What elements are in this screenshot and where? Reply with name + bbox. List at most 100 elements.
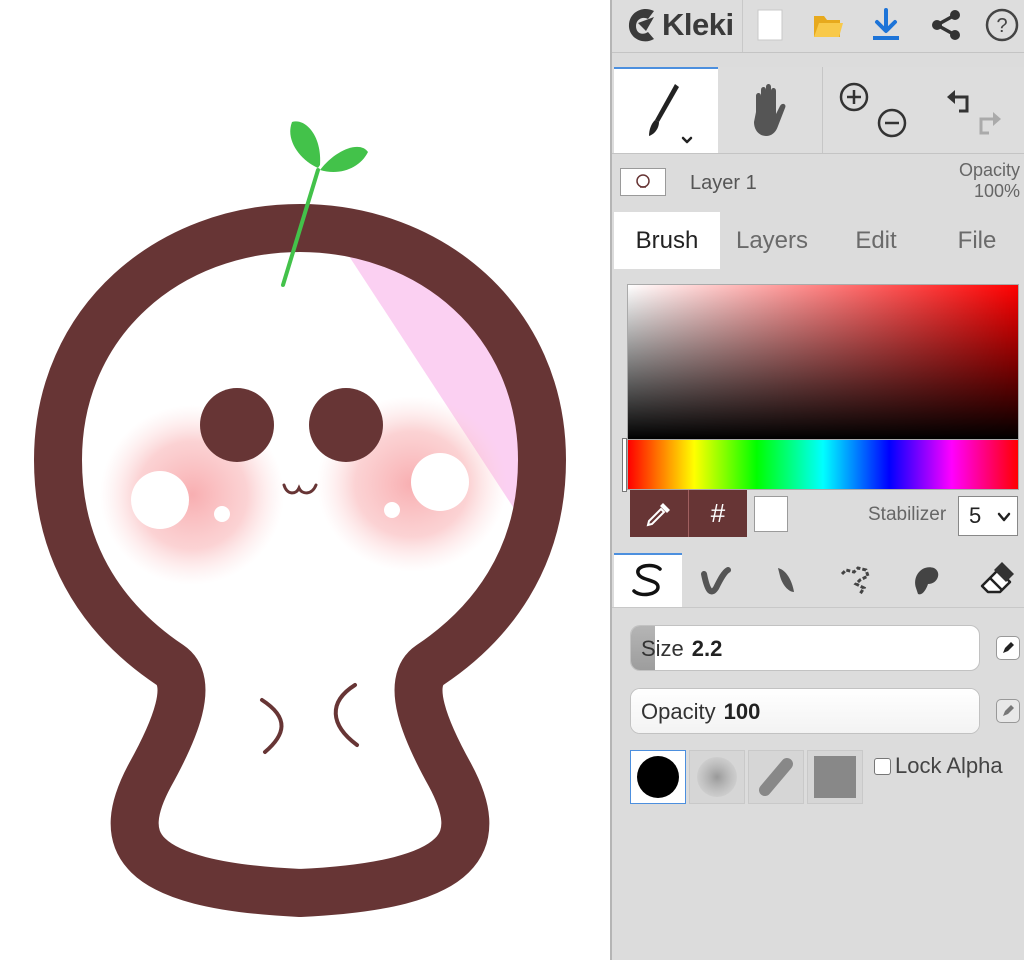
- brush-type-chemy[interactable]: [892, 553, 960, 607]
- stabilizer-label: Stabilizer: [868, 504, 947, 525]
- open-folder-icon: [814, 16, 843, 37]
- lock-alpha-checkbox[interactable]: [874, 757, 891, 775]
- pixel-brush-icon: [840, 566, 870, 595]
- brush-opacity-slider[interactable]: Opacity 100: [630, 688, 980, 734]
- eyedropper-icon: [646, 502, 670, 526]
- left-cheek-dot: [214, 506, 230, 522]
- tip-chalk[interactable]: [748, 750, 804, 804]
- right-cheek-dot: [384, 502, 400, 518]
- top-bar: Kleki ?: [612, 0, 1024, 53]
- sprout-leaf-left: [290, 121, 321, 168]
- undo-icon[interactable]: [946, 90, 968, 113]
- open-file-button[interactable]: [810, 6, 846, 44]
- active-layer-row[interactable]: Layer 1 Opacity 100%: [612, 154, 1024, 212]
- mouth: [282, 483, 318, 495]
- app-name: Kleki: [662, 7, 734, 42]
- share-icon: [932, 10, 960, 40]
- right-cheek-shine: [411, 453, 469, 511]
- stabilizer-select[interactable]: 5: [958, 496, 1018, 536]
- zoom-icons: [839, 82, 907, 138]
- sprout-leaf-right: [320, 146, 368, 172]
- layer-thumbnail[interactable]: [620, 168, 666, 196]
- round-soft-tip-icon: [697, 757, 737, 797]
- brush-size-label: Size 2.2: [641, 636, 722, 662]
- primary-color-controls: #: [630, 490, 747, 537]
- eraser-icon: [980, 562, 1014, 594]
- lock-alpha-label: Lock Alpha: [895, 753, 1003, 778]
- download-button[interactable]: [868, 6, 904, 44]
- new-document-button[interactable]: [752, 6, 788, 44]
- chevron-down-icon: [997, 512, 1011, 522]
- redo-icon[interactable]: [979, 112, 1001, 135]
- layer-opacity-label: Opacity: [958, 160, 1020, 180]
- brush-tool-button[interactable]: [614, 67, 718, 153]
- layer-opacity: Opacity 100%: [959, 160, 1020, 202]
- secondary-color-swatch[interactable]: [754, 496, 788, 532]
- chalk-tip-icon: [759, 758, 793, 796]
- body-mark-right: [333, 683, 359, 747]
- left-cheek-shine: [131, 471, 189, 529]
- new-document-icon: [757, 9, 783, 41]
- tab-brush[interactable]: Brush: [614, 212, 720, 269]
- hex-input-button[interactable]: #: [688, 490, 747, 537]
- canvas-artwork: [34, 121, 566, 917]
- layer-preview-icon: [636, 174, 650, 188]
- share-button[interactable]: [928, 6, 964, 44]
- brush-type-eraser[interactable]: [962, 553, 1024, 607]
- brush-size-value: 2.2: [691, 636, 723, 661]
- brush-type-pixel[interactable]: [822, 553, 890, 607]
- color-saturation-value-picker[interactable]: [627, 284, 1019, 440]
- lock-alpha-toggle[interactable]: Lock Alpha: [874, 753, 1003, 779]
- tool-row: [612, 67, 1024, 154]
- hue-slider-handle[interactable]: [622, 438, 627, 492]
- brush-size-label-text: Size: [641, 636, 684, 661]
- hue-slider[interactable]: [627, 440, 1019, 490]
- pen-pressure-icon: [1003, 705, 1014, 716]
- brush-type-pen[interactable]: [614, 553, 682, 607]
- tab-edit[interactable]: Edit: [824, 212, 928, 269]
- tip-round-hard[interactable]: [630, 750, 686, 804]
- brush-size-slider[interactable]: Size 2.2: [630, 625, 980, 671]
- layer-opacity-value: 100%: [973, 181, 1020, 201]
- topbar-divider: [742, 0, 743, 52]
- brush-opacity-label: Opacity 100: [641, 699, 760, 725]
- drawing-canvas[interactable]: [0, 0, 610, 960]
- svg-text:?: ?: [996, 15, 1007, 37]
- kleki-logo-icon: [628, 8, 654, 42]
- brush-opacity-value: 100: [723, 699, 761, 724]
- round-hard-tip-icon: [637, 756, 679, 798]
- hand-tool-button[interactable]: [718, 67, 823, 153]
- opacity-pen-pressure-toggle[interactable]: [996, 699, 1020, 723]
- chemy-brush-icon: [915, 567, 939, 595]
- left-eye: [200, 388, 274, 462]
- tip-square[interactable]: [807, 750, 863, 804]
- tab-file[interactable]: File: [928, 212, 1024, 269]
- brush-type-tabs: [612, 553, 1024, 608]
- hand-icon: [754, 84, 786, 136]
- eyedropper-button[interactable]: [630, 490, 688, 537]
- zoom-in-icon[interactable]: [839, 82, 869, 112]
- brush-type-blend[interactable]: [682, 553, 750, 607]
- pen-brush-icon: [632, 563, 662, 597]
- tip-round-soft[interactable]: [689, 750, 745, 804]
- pen-pressure-icon: [1003, 642, 1014, 653]
- help-icon: ?: [985, 8, 1019, 42]
- brush-tip-options: [630, 750, 866, 804]
- brush-type-sketchy[interactable]: [752, 553, 820, 607]
- blend-brush-icon: [701, 567, 731, 595]
- download-icon: [873, 8, 899, 40]
- undo-redo-buttons: [923, 67, 1024, 153]
- zoom-out-icon[interactable]: [877, 108, 907, 138]
- zoom-buttons: [823, 67, 923, 153]
- tab-layers[interactable]: Layers: [720, 212, 824, 269]
- right-eye: [309, 388, 383, 462]
- help-button[interactable]: ?: [984, 6, 1020, 44]
- kleki-logo[interactable]: Kleki: [624, 4, 734, 46]
- layer-name: Layer 1: [690, 172, 757, 194]
- panel-tabs: Brush Layers Edit File: [612, 212, 1024, 269]
- square-tip-icon: [814, 756, 856, 798]
- size-pen-pressure-toggle[interactable]: [996, 636, 1020, 660]
- brush-icon: [649, 84, 693, 144]
- brush-opacity-label-text: Opacity: [641, 699, 716, 724]
- stabilizer-value: 5: [969, 503, 982, 528]
